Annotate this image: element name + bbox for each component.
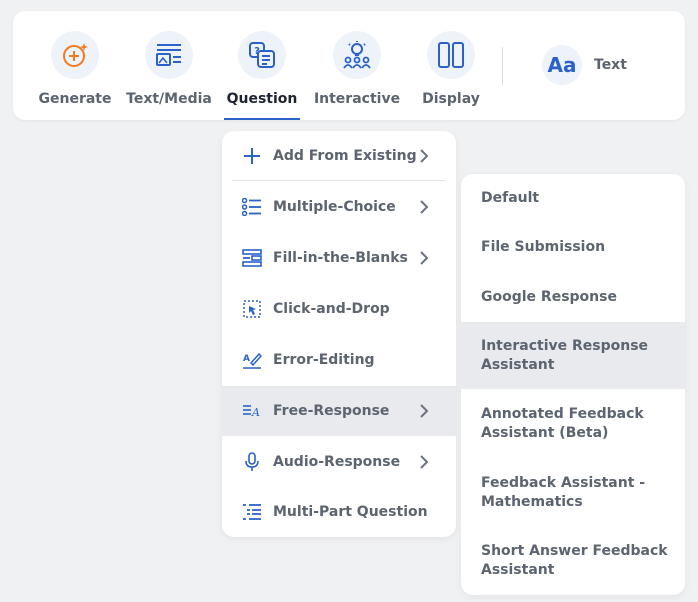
menu-item-click-and-drop[interactable]: Click-and-Drop	[222, 284, 456, 334]
edit-pen-icon: A	[242, 350, 262, 370]
tool-display[interactable]: Display	[418, 11, 484, 120]
text-media-icon	[145, 31, 193, 79]
active-tab-indicator	[224, 118, 300, 120]
chevron-right-icon	[420, 455, 429, 469]
chevron-right-icon	[420, 200, 429, 214]
submenu-item-interactive-response-assistant[interactable]: Interactive Response Assistant	[461, 322, 685, 389]
tool-text-media[interactable]: Text/Media	[126, 11, 212, 120]
submenu-item-feedback-assistant-mathematics[interactable]: Feedback Assistant - Mathematics	[461, 459, 685, 527]
free-response-submenu: Default File Submission Google Response …	[461, 174, 685, 595]
tool-label: Interactive	[313, 91, 401, 107]
free-text-icon: A	[242, 401, 262, 421]
submenu-item-label: Interactive Response Assistant	[481, 337, 649, 373]
menu-item-label: Multi-Part Question	[273, 504, 428, 520]
tool-label: Text	[594, 57, 627, 73]
insert-toolbar: Generate Text/Media ? Question Interacti…	[13, 11, 685, 120]
blanks-icon	[242, 248, 262, 268]
menu-item-label: Multiple-Choice	[273, 199, 396, 215]
chevron-right-icon	[420, 404, 429, 418]
tool-label: Display	[422, 91, 480, 107]
plus-icon	[242, 146, 262, 166]
submenu-item-default[interactable]: Default	[461, 174, 685, 223]
text-aa-icon: Aa	[542, 45, 582, 85]
question-menu: Add From Existing Multiple-Choice Fill-i…	[222, 131, 456, 537]
submenu-item-label: Feedback Assistant - Mathematics	[481, 475, 646, 510]
submenu-item-label: Short Answer Feedback Assistant	[481, 543, 668, 578]
chevron-right-icon	[420, 251, 429, 265]
menu-item-fill-in-the-blanks[interactable]: Fill-in-the-Blanks	[222, 233, 456, 283]
tool-text[interactable]: Aa Text	[542, 45, 627, 85]
menu-item-label: Error-Editing	[273, 352, 375, 368]
menu-item-add-from-existing[interactable]: Add From Existing	[222, 131, 456, 181]
question-doc-icon: ?	[238, 31, 286, 79]
menu-item-label: Fill-in-the-Blanks	[273, 250, 408, 266]
menu-divider	[232, 180, 446, 181]
menu-item-multiple-choice[interactable]: Multiple-Choice	[222, 182, 456, 232]
submenu-item-google-response[interactable]: Google Response	[461, 272, 685, 322]
sparkle-plus-icon	[51, 31, 99, 79]
menu-item-label: Audio-Response	[273, 454, 401, 470]
submenu-item-label: File Submission	[481, 239, 606, 255]
tool-label: Text/Media	[126, 91, 212, 107]
tool-question[interactable]: ? Question	[224, 11, 300, 120]
menu-item-free-response[interactable]: A Free-Response	[222, 386, 456, 436]
menu-item-audio-response[interactable]: Audio-Response	[222, 437, 456, 487]
chevron-right-icon	[420, 149, 429, 163]
lightbulb-people-icon	[333, 31, 381, 79]
submenu-item-short-answer-feedback-assistant[interactable]: Short Answer Feedback Assistant	[461, 527, 685, 595]
menu-item-label: Add From Existing	[273, 148, 417, 164]
microphone-icon	[242, 452, 262, 472]
drag-drop-icon	[242, 299, 262, 319]
tool-label: Question	[226, 91, 298, 107]
menu-item-error-editing[interactable]: A Error-Editing	[222, 335, 456, 385]
menu-item-label: Free-Response	[273, 403, 390, 419]
submenu-item-annotated-feedback-assistant[interactable]: Annotated Feedback Assistant (Beta)	[461, 389, 685, 459]
svg-text:A: A	[243, 354, 250, 364]
tool-interactive[interactable]: Interactive	[314, 11, 400, 120]
submenu-item-file-submission[interactable]: File Submission	[461, 223, 685, 272]
tool-generate[interactable]: Generate	[38, 11, 112, 120]
list-icon	[242, 197, 262, 217]
submenu-item-label: Default	[481, 190, 540, 206]
submenu-item-label: Annotated Feedback Assistant (Beta)	[481, 406, 644, 441]
multipart-icon	[242, 502, 262, 522]
menu-item-label: Click-and-Drop	[273, 301, 390, 317]
svg-text:A: A	[251, 406, 260, 419]
tool-label: Generate	[38, 91, 112, 107]
menu-item-multi-part-question[interactable]: Multi-Part Question	[222, 487, 456, 537]
columns-icon	[427, 31, 475, 79]
toolbar-divider	[502, 47, 503, 85]
submenu-item-label: Google Response	[481, 288, 617, 305]
